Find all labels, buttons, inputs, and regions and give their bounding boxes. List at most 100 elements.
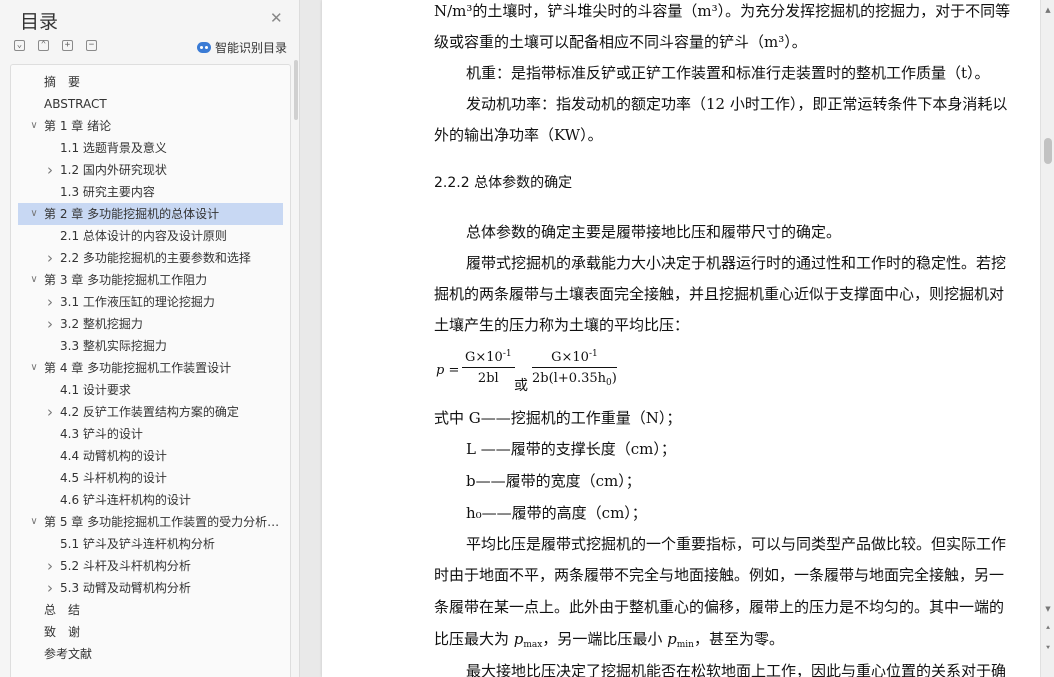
toc-item-label: 4.1 设计要求 [60,383,131,397]
paragraph-line: 外的输出净功率（KW）。 [434,126,603,144]
toc-item[interactable]: › 2.2 多功能挖掘机的主要参数和选择 [18,247,283,269]
toc-item-label: 5.1 铲斗及铲斗连杆机构分析 [60,537,215,551]
formula-fraction-1: G×10-1 2bl [462,349,515,386]
ai-toc-button[interactable]: 智能识别目录 [197,39,287,56]
sidebar-title: 目录 [20,11,59,33]
paragraph-line: 平均比压是履带式挖掘机的一个重要指标，可以与同类型产品做比较。但实际工作 [466,535,1007,553]
chevron-right-icon[interactable]: › [44,159,56,181]
chevron-down-icon[interactable]: ∨ [28,269,40,291]
scroll-thumb[interactable] [1044,138,1052,164]
toc-item-label: 5.3 动臂及动臂机构分析 [60,581,191,595]
toc-item[interactable]: 摘 要 [18,71,283,93]
toc-item[interactable]: 致 谢 [18,621,283,643]
toc-item-label: 2.1 总体设计的内容及设计原则 [60,229,227,243]
toc-item[interactable]: › 1.2 国内外研究现状 [18,159,283,181]
pmax-line-part: min [676,640,694,650]
document-page: p = G×10-1 2bl 或 G×10-1 2b(l+0.35h0) N/m… [322,0,1042,677]
section-heading: 2.2.2 总体参数的确定 [434,175,573,191]
toc-item[interactable]: 1.1 选题背景及意义 [18,137,283,159]
toc-item-label: 4.5 斗杆机构的设计 [60,471,167,485]
formula-den2: 2b(l+0.35h [532,371,607,386]
chevron-down-icon[interactable]: ∨ [28,357,40,379]
collapse-all-icon[interactable]: ⌃ [38,40,49,51]
toc-sidebar: 目录 ✕ ⌄ ⌃ + − 智能识别目录 摘 要 ABSTRACT ∨ 第 1 章 绪论… [0,0,300,677]
chevron-down-icon[interactable]: ∨ [28,115,40,137]
add-heading-icon[interactable]: + [62,40,73,51]
toc-item[interactable]: 4.3 铲斗的设计 [18,423,283,445]
chevron-right-icon[interactable]: › [44,555,56,577]
chevron-right-icon[interactable]: › [44,291,56,313]
toc-item-label: 3.1 工作液压缸的理论挖掘力 [60,295,215,309]
paragraph-line: h₀——履带的高度（cm）； [466,504,647,522]
toc-item[interactable]: › 5.3 动臂及动臂机构分析 [18,577,283,599]
toc-item[interactable]: 4.1 设计要求 [18,379,283,401]
paragraph-line: 时由于地面不平，两条履带不完全与地面接触。例如，一条履带与地面完全接触，另一 [434,566,1005,584]
toc-item[interactable]: › 5.2 斗杆及斗杆机构分析 [18,555,283,577]
toc-item[interactable]: › 4.2 反铲工作装置结构方案的确定 [18,401,283,423]
toc-item[interactable]: ∨ 第 4 章 多功能挖掘机工作装置设计 [18,357,283,379]
paragraph-line: 土壤产生的压力称为土壤的平均比压： [434,316,690,334]
pmax-line-part: ，另一端比压最小 [542,630,668,648]
toc-item-label: 摘 要 [44,75,81,89]
pmax-line-part: p [513,630,524,648]
chevron-down-icon[interactable]: ∨ [28,203,40,225]
toc-item[interactable]: 2.1 总体设计的内容及设计原则 [18,225,283,247]
toc-item[interactable]: › 3.2 整机挖掘力 [18,313,283,335]
formula-or: 或 [514,378,528,394]
toc-item[interactable]: 4.5 斗杆机构的设计 [18,467,283,489]
toc-item[interactable]: › 3.1 工作液压缸的理论挖掘力 [18,291,283,313]
chevron-right-icon[interactable]: › [44,313,56,335]
toc-item[interactable]: ∨ 第 3 章 多功能挖掘机工作阻力 [18,269,283,291]
paragraph-line: 履带式挖掘机的承载能力大小决定于机器运行时的通过性和工作时的稳定性。若挖 [466,254,1007,272]
toc-item[interactable]: ∨ 第 1 章 绪论 [18,115,283,137]
toc-item[interactable]: 3.3 整机实际挖掘力 [18,335,283,357]
toc-item-label: 第 4 章 多功能挖掘机工作装置设计 [44,361,232,375]
toc-item-label: 1.3 研究主要内容 [60,185,155,199]
toc-item-label: 3.3 整机实际挖掘力 [60,339,167,353]
chevron-right-icon[interactable]: › [44,577,56,599]
toc-item[interactable]: 参考文献 [18,643,283,665]
formula-lhs: p = [436,363,460,378]
paragraph-line: 条履带在某一点上。此外由于整机重心的偏移，履带上的压力是不均匀的。其中一端的 [434,598,1005,616]
toc-item[interactable]: ∨ 第 5 章 多功能挖掘机工作装置的受力分析 ... [18,511,283,533]
chevron-right-icon[interactable]: › [44,401,56,423]
toc-item[interactable]: 1.3 研究主要内容 [18,181,283,203]
paragraph-line: 总体参数的确定主要是履带接地比压和履带尺寸的确定。 [466,223,842,241]
toc-item[interactable]: 5.1 铲斗及铲斗连杆机构分析 [18,533,283,555]
close-icon[interactable]: ✕ [270,9,283,27]
toc-item[interactable]: ABSTRACT [18,93,283,115]
scroll-up-icon[interactable]: ▲ [1043,5,1053,15]
document-area: p = G×10-1 2bl 或 G×10-1 2b(l+0.35h0) N/m… [300,0,1054,677]
scroll-down-icon[interactable]: ▼ [1043,604,1053,614]
toc-item[interactable]: 4.4 动臂机构的设计 [18,445,283,467]
toc-item-label: 第 1 章 绪论 [44,119,112,133]
pmax-line-part: ，甚至为零。 [693,630,784,648]
formula-num2: G×10 [551,350,589,365]
toc-item[interactable]: ∨ 第 2 章 多功能挖掘机的总体设计 [18,203,283,225]
remove-heading-icon[interactable]: − [86,40,97,51]
chevron-down-icon[interactable]: ∨ [28,511,40,533]
formula-fraction-2: G×10-1 2b(l+0.35h0) [532,349,617,388]
paragraph-line: 式中 G——挖掘机的工作重量（N）； [434,409,682,427]
toc-item-label: 4.2 反铲工作装置结构方案的确定 [60,405,239,419]
toc-item-label: 4.6 铲斗连杆机构的设计 [60,493,191,507]
toc-item-label: 总 结 [44,603,81,617]
toc-item-label: 4.3 铲斗的设计 [60,427,143,441]
toc-item-label: 1.1 选题背景及意义 [60,141,167,155]
sidebar-scrollbar[interactable] [294,60,298,120]
toc-item-label: 1.2 国内外研究现状 [60,163,167,177]
pmax-line-part: max [523,640,543,650]
chevron-right-icon[interactable]: › [44,247,56,269]
paragraph-line: 机重：是指带标准反铲或正铲工作装置和标准行走装置时的整机工作质量（t）。 [466,64,990,82]
paragraph-line: L ——履带的支撑长度（cm）； [466,440,676,458]
toc-item[interactable]: 总 结 [18,599,283,621]
expand-all-icon[interactable]: ⌄ [14,40,25,51]
toc-item[interactable]: 4.6 铲斗连杆机构的设计 [18,489,283,511]
vertical-scrollbar[interactable]: ▲ ▼ ⯅ ⯆ [1040,0,1054,677]
paragraph-line: N/m³的土壤时，铲斗堆尖时的斗容量（m³）。为充分发挥挖掘机的挖掘力，对于不同… [434,2,1011,20]
paragraph-line: 发动机功率：指发动机的额定功率（12 小时工作），即正常运转条件下本身消耗以 [466,95,1008,113]
page-up-icon[interactable]: ⯅ [1043,623,1053,633]
page-down-icon[interactable]: ⯆ [1043,643,1053,653]
formula-exp2: -1 [588,349,598,359]
toc-item-label: 5.2 斗杆及斗杆机构分析 [60,559,191,573]
